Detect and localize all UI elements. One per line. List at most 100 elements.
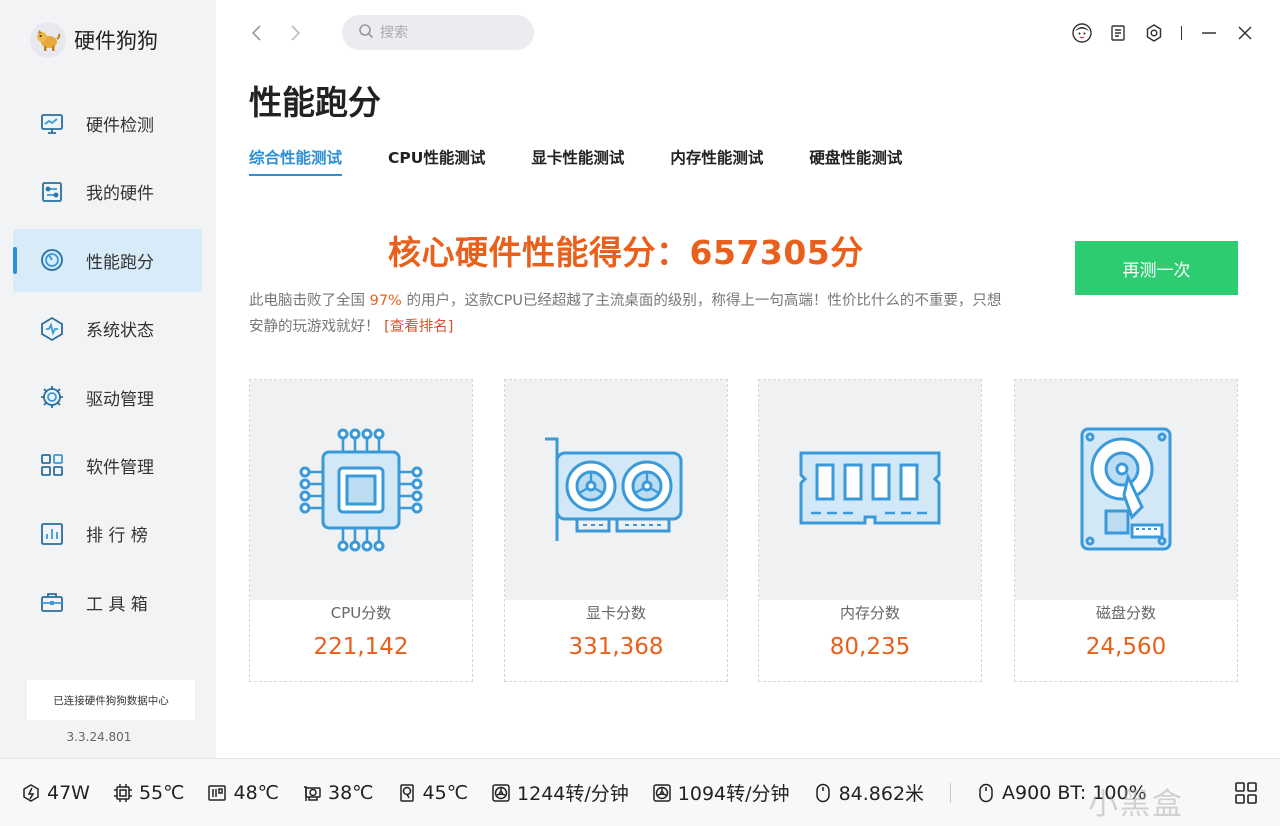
disk-temp-icon: [396, 782, 418, 804]
tab-memory[interactable]: 内存性能测试: [670, 146, 763, 176]
apps-grid-icon: [38, 451, 66, 479]
app-logo: 硬件狗狗: [30, 22, 158, 58]
status-bar: 47W 55℃ 48℃ 38℃ 45℃ 1244转/分钟 1094转/分钟 84…: [0, 758, 1280, 826]
divider: [1181, 26, 1182, 40]
toolbox-icon: [38, 588, 66, 616]
card-value: 221,142: [313, 634, 409, 660]
mouse-icon: [812, 782, 834, 804]
sidebar-item-label: 排 行 榜: [86, 526, 148, 547]
beat-percent: 97%: [369, 293, 402, 309]
back-arrow-icon[interactable]: [246, 22, 268, 44]
user-avatar-icon[interactable]: [1069, 20, 1095, 46]
settings-gear-icon[interactable]: [1141, 20, 1167, 46]
window-controls: [1059, 20, 1258, 46]
layout-grid-icon[interactable]: [1234, 781, 1258, 805]
search-icon: [358, 23, 374, 43]
divider: [950, 782, 952, 803]
app-title: 硬件狗狗: [74, 29, 158, 53]
watermark: 小黑盒: [1088, 787, 1184, 822]
feedback-icon[interactable]: [1105, 20, 1131, 46]
retest-button[interactable]: 再测一次: [1075, 241, 1238, 295]
desc-text: 此电脑击败了全国: [249, 293, 370, 309]
app-window: 硬件狗狗 硬件检测 我的硬件 性能跑分 系统状态 驱动管理 软件管理 排 行 榜…: [0, 0, 1280, 826]
card-image: [1015, 380, 1237, 600]
sidebar-item-hardware-detect[interactable]: 硬件检测: [13, 92, 202, 155]
cpu-temp-value: 55℃: [138, 781, 185, 804]
monitor-icon: [38, 110, 66, 138]
card-image: [759, 380, 981, 600]
mouse-distance-value: 84.862米: [838, 783, 925, 805]
fan-icon: [490, 782, 512, 804]
fan1-value: 1244转/分钟: [517, 783, 629, 805]
score-description: 此电脑击败了全国 97% 的用户，这款CPU已经超越了主流桌面的级别，称得上一句…: [249, 288, 1009, 340]
card-image: [250, 380, 472, 600]
top-bar: [216, 0, 1280, 66]
graphics-card-icon: [545, 437, 683, 541]
gpu-temp-reading: 38℃: [301, 782, 374, 804]
app-version: 3.3.24.801: [66, 730, 132, 744]
card-value: 24,560: [1085, 634, 1167, 660]
sidebar-item-label: 驱动管理: [86, 389, 154, 410]
sidebar-item-label: 软件管理: [86, 457, 154, 478]
memory-icon: [799, 451, 941, 525]
memory-score-card: 内存分数 80,235: [758, 379, 982, 682]
power-reading: 47W: [20, 782, 90, 804]
dog-logo-icon: [30, 22, 66, 58]
card-value: 80,235: [829, 634, 911, 660]
system-status-icon: [38, 315, 66, 343]
cpu-icon: [299, 428, 423, 552]
hard-disk-icon: [1080, 427, 1172, 551]
total-score-headline: 核心硬件性能得分：657305分: [388, 233, 864, 272]
page-title: 性能跑分: [249, 83, 381, 122]
sidebar-item-ranking[interactable]: 排 行 榜: [13, 502, 202, 565]
view-ranking-link[interactable]: [查看排名]: [384, 319, 453, 335]
gpu-temp-value: 38℃: [328, 781, 374, 804]
forward-arrow-icon[interactable]: [284, 22, 306, 44]
fan2-reading: 1094转/分钟: [651, 779, 790, 806]
fan2-value: 1094转/分钟: [677, 783, 790, 805]
sidebar-item-system-status[interactable]: 系统状态: [13, 297, 202, 360]
power-value: 47W: [47, 781, 90, 804]
mouse-distance-reading: 84.862米: [812, 779, 924, 806]
sidebar-item-driver-manage[interactable]: 驱动管理: [13, 366, 202, 429]
tab-gpu[interactable]: 显卡性能测试: [531, 146, 624, 176]
gpu-score-card: 显卡分数 331,368: [504, 379, 728, 682]
ranking-icon: [38, 520, 66, 548]
fan-icon: [651, 782, 673, 804]
connection-status: 已连接硬件狗狗数据中心: [27, 680, 195, 720]
search-box[interactable]: [342, 15, 534, 50]
minimize-icon[interactable]: [1196, 20, 1222, 46]
sidebar-item-label: 硬件检测: [86, 116, 154, 136]
gpu-temp-icon: [301, 782, 323, 804]
disk-temp-reading: 45℃: [396, 781, 469, 804]
sidebar-item-label: 性能跑分: [86, 252, 154, 273]
board-temp-reading: 48℃: [206, 782, 279, 804]
cpu-temp-reading: 55℃: [112, 781, 185, 804]
sidebar-item-my-hardware[interactable]: 我的硬件: [13, 160, 202, 223]
card-image: [505, 380, 727, 600]
tab-overall[interactable]: 综合性能测试: [249, 146, 343, 176]
sidebar-item-benchmark[interactable]: 性能跑分: [13, 228, 202, 292]
mouse-battery-icon: [975, 782, 997, 804]
sidebar-nav: 硬件检测 我的硬件 性能跑分 系统状态 驱动管理 软件管理 排 行 榜 工 具 …: [13, 92, 202, 639]
disk-temp-value: 45℃: [422, 781, 469, 804]
disk-score-card: 磁盘分数 24,560: [1014, 379, 1238, 682]
sidebar-item-software-manage[interactable]: 软件管理: [13, 434, 202, 497]
search-input[interactable]: [380, 24, 520, 41]
sidebar-item-label: 系统状态: [86, 321, 154, 342]
sidebar-item-label: 我的硬件: [86, 184, 154, 205]
tab-cpu[interactable]: CPU性能测试: [388, 146, 485, 176]
sidebar-item-label: 工 具 箱: [86, 594, 148, 615]
tab-disk[interactable]: 硬盘性能测试: [809, 146, 902, 176]
close-icon[interactable]: [1232, 20, 1258, 46]
board-temp-value: 48℃: [233, 781, 279, 804]
board-temp-icon: [206, 782, 228, 804]
sidebar-item-toolbox[interactable]: 工 具 箱: [13, 571, 202, 634]
speedometer-icon: [38, 246, 66, 274]
cpu-temp-icon: [112, 782, 134, 804]
sidebar: 硬件狗狗 硬件检测 我的硬件 性能跑分 系统状态 驱动管理 软件管理 排 行 榜…: [0, 0, 216, 758]
benchmark-tabs: 综合性能测试 CPU性能测试 显卡性能测试 内存性能测试 硬盘性能测试: [249, 146, 948, 176]
card-label: 磁盘分数: [1095, 604, 1156, 622]
fan1-reading: 1244转/分钟: [490, 779, 629, 806]
cpu-score-card: CPU分数 221,142: [249, 379, 473, 682]
